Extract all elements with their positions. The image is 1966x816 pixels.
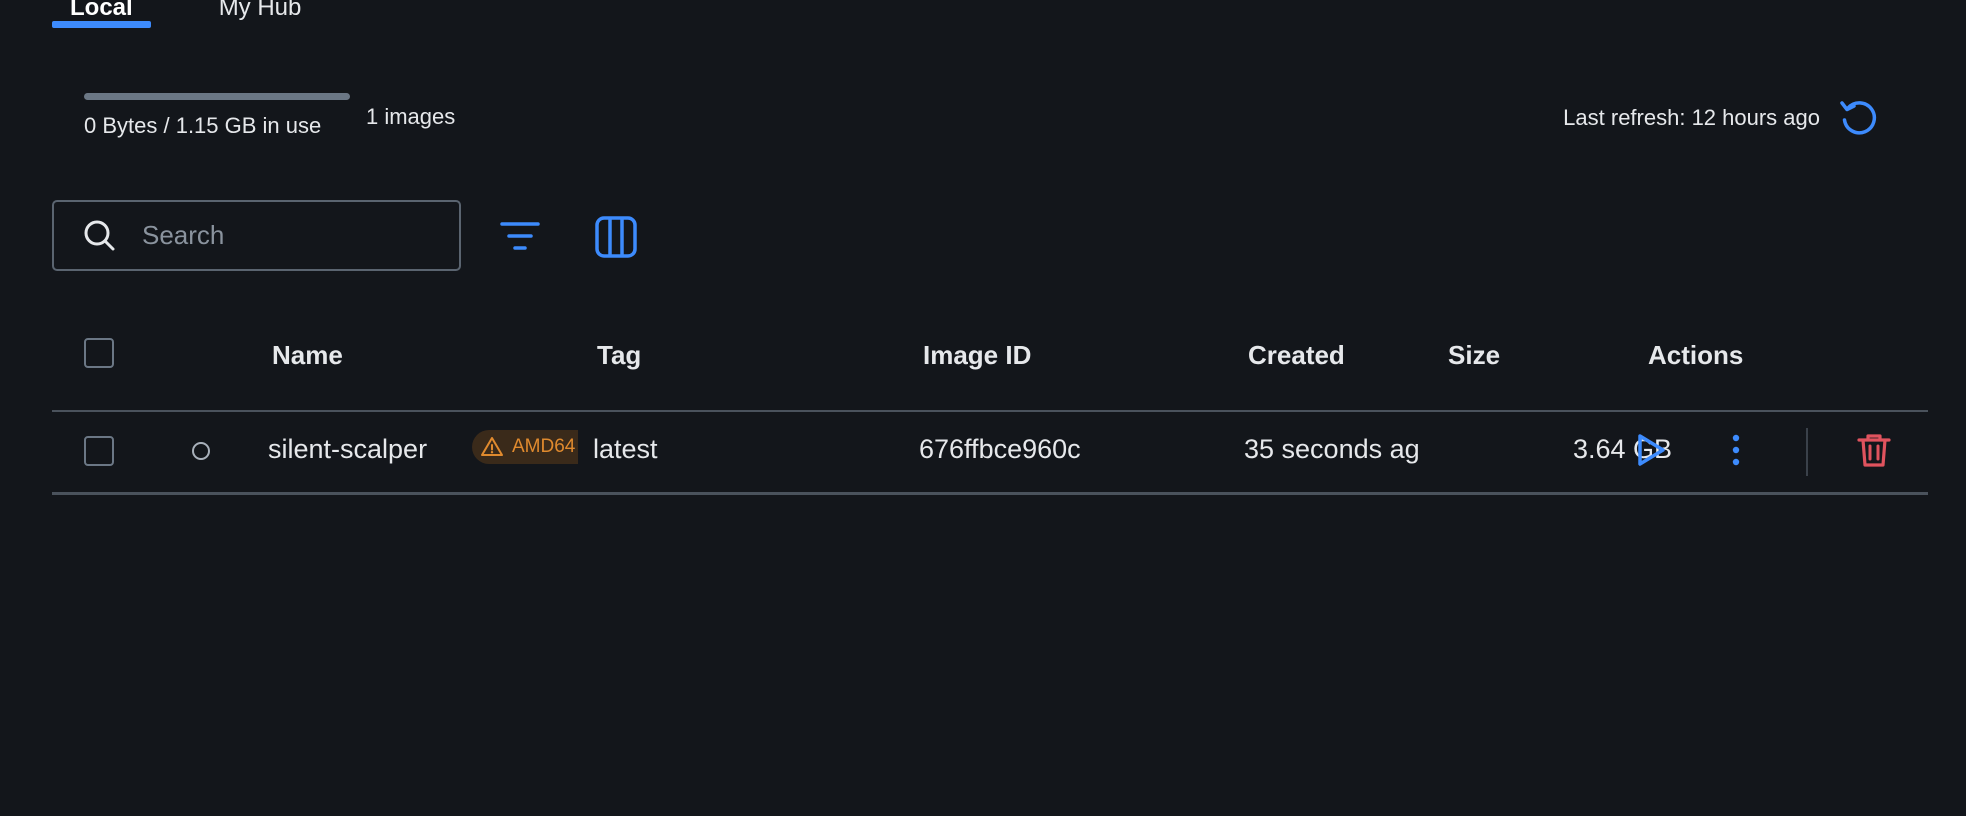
image-id: 676ffbce960c <box>919 434 1081 464</box>
images-view: Local My Hub 0 Bytes / 1.15 GB in use 1 … <box>0 0 1966 816</box>
disk-usage-text: 0 Bytes / 1.15 GB in use <box>84 113 322 138</box>
table-row[interactable]: silent-scalper AMD64 latest 676ffbce960c… <box>52 412 1928 495</box>
image-tag: latest <box>593 434 658 464</box>
column-header-actions: Actions <box>1648 340 1744 370</box>
search-box <box>52 200 461 271</box>
column-header-name[interactable]: Name <box>272 340 343 371</box>
search-input[interactable] <box>140 219 424 252</box>
tab-my-hub-label: My Hub <box>218 0 302 21</box>
tab-bar: Local My Hub <box>52 0 319 28</box>
tab-local-label: Local <box>70 0 133 21</box>
column-header-tag[interactable]: Tag <box>597 340 641 371</box>
filter-icon[interactable] <box>498 215 542 259</box>
table-header: Name Tag Image ID Created Size Actions <box>52 320 1928 412</box>
tab-local[interactable]: Local <box>52 0 151 28</box>
last-refresh-text: Last refresh: 12 hours ago <box>1563 105 1820 130</box>
active-tab-indicator <box>52 21 151 28</box>
platform-badge-label: AMD64 <box>512 436 576 457</box>
disk-usage: 0 Bytes / 1.15 GB in use <box>84 93 350 139</box>
more-options-icon[interactable] <box>1716 430 1756 470</box>
image-created: 35 seconds ag <box>1244 434 1420 464</box>
image-name[interactable]: silent-scalper <box>268 434 427 465</box>
disk-usage-bar <box>84 93 350 100</box>
platform-warning-badge: AMD64 <box>472 430 578 464</box>
images-table: Name Tag Image ID Created Size Actions s… <box>52 320 1928 495</box>
tab-my-hub[interactable]: My Hub <box>201 0 320 28</box>
row-checkbox[interactable] <box>84 436 114 466</box>
select-all-checkbox[interactable] <box>84 338 114 368</box>
column-header-created[interactable]: Created <box>1248 340 1345 371</box>
run-icon[interactable] <box>1630 430 1670 470</box>
actions-divider <box>1806 428 1808 476</box>
columns-icon[interactable] <box>594 215 638 259</box>
column-header-image-id[interactable]: Image ID <box>923 340 1031 371</box>
warning-icon <box>481 437 503 456</box>
refresh-icon[interactable] <box>1836 95 1882 141</box>
search-icon <box>84 220 115 250</box>
images-count: 1 images <box>366 104 456 129</box>
delete-icon[interactable] <box>1854 430 1894 470</box>
column-header-size[interactable]: Size <box>1448 340 1500 371</box>
status-indicator <box>192 442 210 460</box>
refresh-area: Last refresh: 12 hours ago <box>1563 95 1882 141</box>
